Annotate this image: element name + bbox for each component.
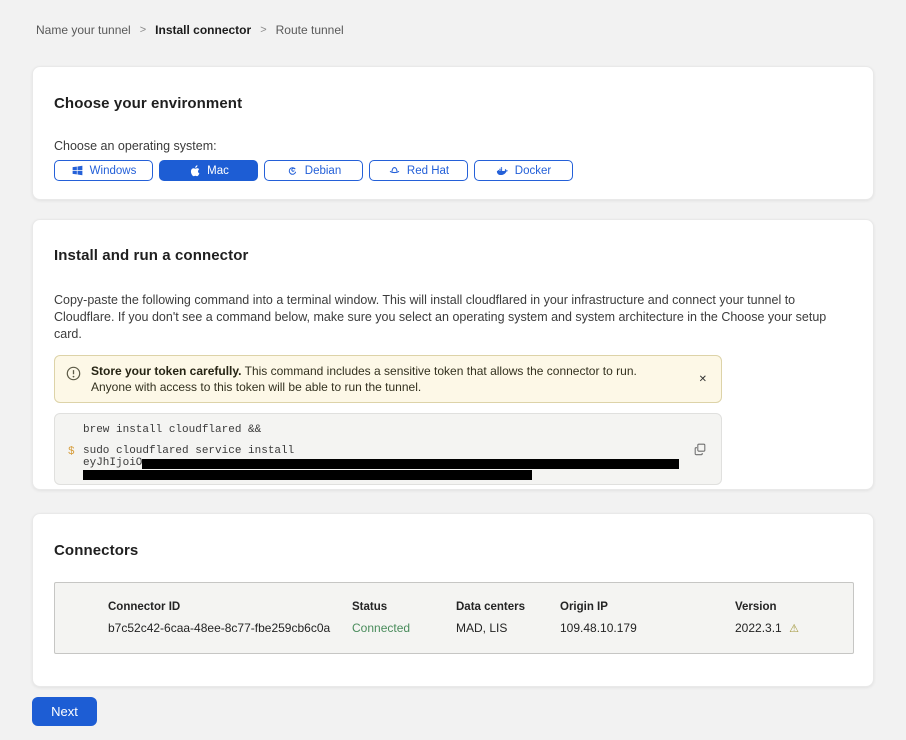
os-button-mac[interactable]: Mac	[159, 160, 258, 181]
installer-description: Copy-paste the following command into a …	[54, 292, 852, 343]
connectors-card-title: Connectors	[54, 542, 852, 559]
table-header-row: Connector ID Status Data centers Origin …	[108, 601, 853, 613]
warning-text: Store your token carefully. This command…	[91, 363, 695, 395]
redacted-token-bar-2	[83, 470, 532, 480]
shell-prompt: $	[68, 446, 75, 458]
status-cell: Connected	[352, 621, 456, 635]
close-icon: ✕	[699, 374, 707, 385]
banner-close-button[interactable]: ✕	[695, 371, 711, 389]
os-button-label: Red Hat	[407, 165, 449, 177]
connectors-card: Connectors Connector ID Status Data cent…	[32, 513, 874, 687]
breadcrumb-step-name-your-tunnel[interactable]: Name your tunnel	[36, 23, 131, 37]
docker-whale-icon	[496, 164, 509, 177]
os-button-row: Windows Mac Debian Red Hat	[54, 160, 852, 181]
redacted-token-bar-1	[142, 459, 679, 469]
column-header-origin-ip: Origin IP	[560, 601, 735, 613]
origin-ip-cell: 109.48.10.179	[560, 621, 735, 635]
redhat-fedora-icon	[388, 164, 401, 177]
column-header-connector-id: Connector ID	[108, 601, 352, 613]
breadcrumb-step-install-connector[interactable]: Install connector	[155, 23, 251, 37]
windows-logo-icon	[71, 164, 84, 177]
version-value: 2022.3.1	[735, 621, 782, 635]
os-select-label: Choose an operating system:	[54, 139, 852, 153]
table-row: b7c52c42-6caa-48ee-8c77-fbe259cb6c0a Con…	[108, 621, 853, 635]
token-warning-banner: Store your token carefully. This command…	[54, 355, 722, 403]
connectors-table: Connector ID Status Data centers Origin …	[54, 582, 854, 654]
version-warning-icon: ⚠	[789, 623, 799, 635]
environment-card: Choose your environment Choose an operat…	[32, 66, 874, 200]
warning-title: Store your token carefully.	[91, 364, 242, 378]
breadcrumb-separator: >	[260, 24, 266, 36]
code-line-sudo: sudo cloudflared service install	[83, 446, 707, 457]
os-button-label: Windows	[90, 165, 137, 177]
debian-swirl-icon	[286, 164, 299, 177]
os-button-redhat[interactable]: Red Hat	[369, 160, 468, 181]
os-button-label: Docker	[515, 165, 551, 177]
os-button-debian[interactable]: Debian	[264, 160, 363, 181]
installer-card: Install and run a connector Copy-paste t…	[32, 219, 874, 490]
breadcrumb: Name your tunnel > Install connector > R…	[36, 23, 344, 37]
environment-card-title: Choose your environment	[54, 95, 852, 112]
install-command-code-block: $ brew install cloudflared && sudo cloud…	[54, 413, 722, 485]
os-button-label: Mac	[207, 165, 229, 177]
os-button-label: Debian	[305, 165, 341, 177]
copy-command-button[interactable]	[691, 440, 709, 461]
data-centers-cell: MAD, LIS	[456, 621, 560, 635]
token-prefix: eyJhIjoiO	[83, 458, 142, 469]
column-header-data-centers: Data centers	[456, 601, 560, 613]
installer-card-title: Install and run a connector	[54, 247, 852, 264]
token-line: eyJhIjoiO	[83, 458, 707, 469]
breadcrumb-separator: >	[140, 24, 146, 36]
version-cell: 2022.3.1 ⚠	[735, 621, 853, 635]
breadcrumb-step-route-tunnel[interactable]: Route tunnel	[276, 23, 344, 37]
os-button-windows[interactable]: Windows	[54, 160, 153, 181]
apple-logo-icon	[188, 164, 201, 177]
column-header-status: Status	[352, 601, 456, 613]
warning-circle-icon	[66, 366, 81, 381]
code-line-brew: brew install cloudflared &&	[83, 425, 707, 436]
next-button[interactable]: Next	[32, 697, 97, 726]
copy-icon	[693, 442, 707, 456]
os-button-docker[interactable]: Docker	[474, 160, 573, 181]
column-header-version: Version	[735, 601, 853, 613]
connector-id-cell: b7c52c42-6caa-48ee-8c77-fbe259cb6c0a	[108, 621, 352, 635]
